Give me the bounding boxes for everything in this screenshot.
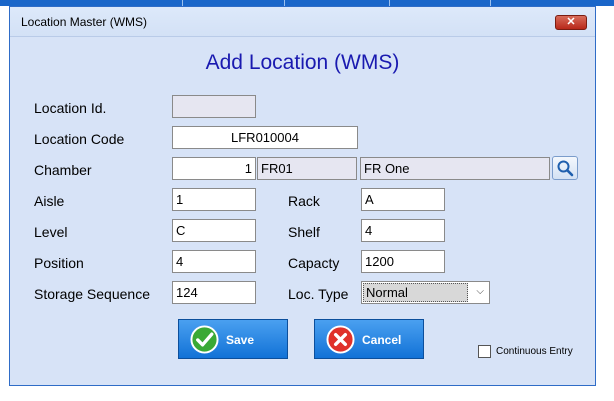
chamber-search-button[interactable] bbox=[552, 156, 578, 180]
chamber-label: Chamber bbox=[34, 162, 92, 178]
loc-type-label: Loc. Type bbox=[288, 286, 349, 302]
continuous-entry-label: Continuous Entry bbox=[496, 346, 573, 357]
capacity-field[interactable]: 1200 bbox=[361, 250, 445, 273]
storage-sequence-field[interactable]: 124 bbox=[172, 281, 256, 304]
loc-type-value: Normal bbox=[363, 283, 468, 302]
location-code-label: Location Code bbox=[34, 131, 125, 147]
rack-field[interactable]: A bbox=[361, 188, 445, 211]
save-button[interactable]: Save bbox=[178, 319, 288, 359]
chamber-name-field: FR One bbox=[360, 157, 550, 180]
cancel-button[interactable]: Cancel bbox=[314, 319, 424, 359]
shelf-label: Shelf bbox=[288, 224, 320, 240]
continuous-entry-checkbox[interactable] bbox=[478, 345, 491, 358]
close-button[interactable]: ✕ bbox=[555, 15, 587, 30]
title-bar: Location Master (WMS) ✕ bbox=[10, 7, 595, 37]
checkmark-icon bbox=[190, 325, 219, 354]
level-field[interactable]: C bbox=[172, 219, 256, 242]
save-button-label: Save bbox=[226, 333, 255, 347]
cancel-button-label: Cancel bbox=[362, 333, 402, 347]
capacity-label: Capacty bbox=[288, 255, 340, 271]
shelf-field[interactable]: 4 bbox=[361, 219, 445, 242]
chamber-code-field: FR01 bbox=[257, 157, 357, 180]
location-master-dialog: Location Master (WMS) ✕ Add Location (WM… bbox=[9, 6, 596, 386]
chamber-field[interactable]: 1 bbox=[172, 157, 256, 180]
magnifier-icon bbox=[557, 160, 574, 177]
location-code-field[interactable]: LFR010004 bbox=[172, 126, 358, 149]
storage-sequence-label: Storage Sequence bbox=[34, 286, 150, 302]
location-id-field[interactable] bbox=[172, 95, 256, 118]
chevron-down-icon: ⌵ bbox=[476, 286, 484, 297]
page-title: Add Location (WMS) bbox=[205, 51, 400, 74]
aisle-field[interactable]: 1 bbox=[172, 188, 256, 211]
loc-type-select[interactable]: Normal ⌵ bbox=[361, 281, 490, 304]
background-area bbox=[596, 6, 614, 392]
x-icon bbox=[326, 325, 355, 354]
close-icon: ✕ bbox=[566, 16, 576, 28]
window-title: Location Master (WMS) bbox=[21, 15, 148, 29]
level-label: Level bbox=[34, 224, 68, 240]
location-id-label: Location Id. bbox=[34, 100, 107, 116]
position-label: Position bbox=[34, 255, 84, 271]
aisle-label: Aisle bbox=[34, 193, 65, 209]
rack-label: Rack bbox=[288, 193, 320, 209]
position-field[interactable]: 4 bbox=[172, 250, 256, 273]
